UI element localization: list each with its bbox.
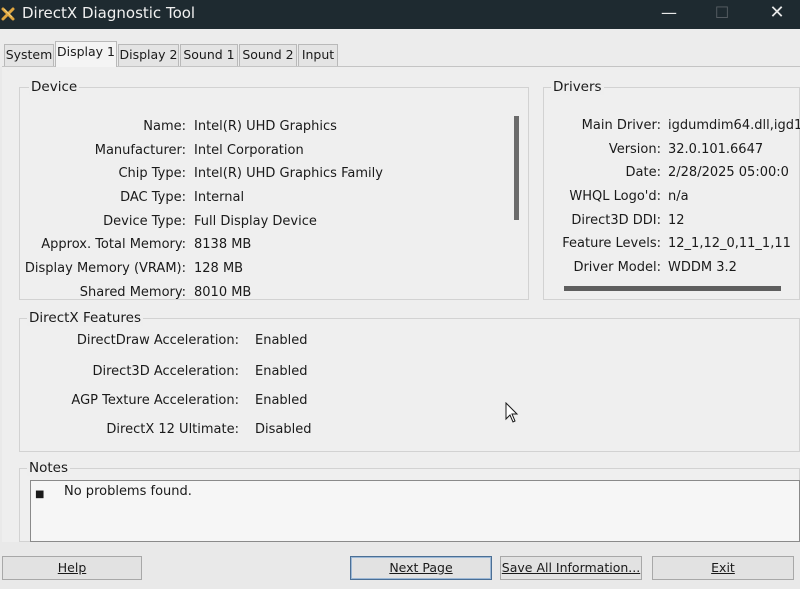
title-bar: DirectX Diagnostic Tool — ☐ ✕ [0,0,800,29]
close-icon: ✕ [769,2,785,23]
tab-sound-1[interactable]: Sound 1 [180,44,238,66]
minimize-button[interactable]: — [646,0,692,29]
device-scrollbar-thumb[interactable] [514,116,519,220]
help-button[interactable]: Help [2,556,142,580]
tab-display-1[interactable]: Display 1 [55,41,117,67]
drivers-label-whql: WHQL Logo'd: [569,189,661,204]
device-value-manufacturer: Intel Corporation [194,143,304,158]
drivers-value-version: 32.0.101.6647 [668,142,764,157]
maximize-button[interactable]: ☐ [699,0,745,29]
drivers-value-driver-model: WDDM 3.2 [668,260,737,275]
device-value-chip-type: Intel(R) UHD Graphics Family [194,166,383,181]
device-group-title: Device [29,79,80,95]
feature-label-agp-texture: AGP Texture Acceleration: [71,393,239,408]
help-button-label: Help [57,560,87,575]
device-label-vram: Display Memory (VRAM): [24,261,186,276]
feature-value-direct3d: Enabled [255,364,308,379]
mouse-cursor-icon [505,402,519,423]
drivers-label-main-driver: Main Driver: [581,118,661,133]
notes-title: Notes [27,460,70,476]
feature-value-dx12-ultimate: Disabled [255,422,312,437]
minimize-icon: — [661,3,677,22]
tab-input[interactable]: Input [298,44,338,66]
device-label-shared-memory: Shared Memory: [79,285,186,300]
save-all-information-button[interactable]: Save All Information... [500,556,642,580]
drivers-label-d3d-ddi: Direct3D DDI: [571,213,661,228]
drivers-label-date: Date: [625,165,661,180]
device-value-name: Intel(R) UHD Graphics [194,119,337,134]
device-value-vram: 128 MB [194,261,244,276]
next-page-button[interactable]: Next Page [350,556,492,580]
device-label-name: Name: [143,119,186,134]
tab-system[interactable]: System [4,44,54,66]
tab-strip: System Display 1 Display 2 Sound 1 Sound… [0,29,800,67]
device-value-dac-type: Internal [194,190,245,205]
next-page-button-label: Next Page [389,560,453,575]
feature-label-direct3d: Direct3D Acceleration: [92,364,240,379]
device-value-device-type: Full Display Device [194,214,317,229]
exit-button[interactable]: Exit [652,556,794,580]
feature-label-dx12-ultimate: DirectX 12 Ultimate: [106,422,239,437]
device-value-total-memory: 8138 MB [194,237,252,252]
save-all-button-label: Save All Information... [501,560,641,575]
device-value-shared-memory: 8010 MB [194,285,252,300]
exit-button-label: Exit [711,560,735,575]
bullet-icon: ■ [35,489,45,500]
close-button[interactable]: ✕ [754,0,800,29]
feature-value-agp-texture: Enabled [255,393,308,408]
drivers-value-whql: n/a [668,189,689,204]
drivers-scrollbar-thumb[interactable] [564,286,781,291]
device-label-dac-type: DAC Type: [120,190,186,205]
drivers-label-driver-model: Driver Model: [573,260,661,275]
drivers-group-title: Drivers [551,79,604,95]
device-label-manufacturer: Manufacturer: [94,143,186,158]
directx-features-title: DirectX Features [27,310,144,326]
tab-display-2[interactable]: Display 2 [118,44,179,66]
device-label-total-memory: Approx. Total Memory: [41,237,186,252]
device-label-chip-type: Chip Type: [118,166,186,181]
device-label-device-type: Device Type: [103,214,186,229]
feature-value-directdraw: Enabled [255,333,308,348]
drivers-value-d3d-ddi: 12 [668,213,685,228]
notes-textbox[interactable]: ■ No problems found. [30,480,800,542]
note-text: No problems found. [64,484,192,499]
drivers-label-version: Version: [608,142,661,157]
drivers-value-date: 2/28/2025 05:00:0 [668,165,789,180]
feature-label-directdraw: DirectDraw Acceleration: [76,333,239,348]
directx-x-icon [1,7,15,21]
drivers-value-feature-levels: 12_1,12_0,11_1,11 [668,236,791,251]
maximize-icon: ☐ [714,3,730,22]
tab-sound-2[interactable]: Sound 2 [239,44,297,66]
window-title: DirectX Diagnostic Tool [22,4,196,22]
drivers-label-feature-levels: Feature Levels: [562,236,661,251]
drivers-value-main-driver: igdumdim64.dll,igd1 [668,118,800,133]
